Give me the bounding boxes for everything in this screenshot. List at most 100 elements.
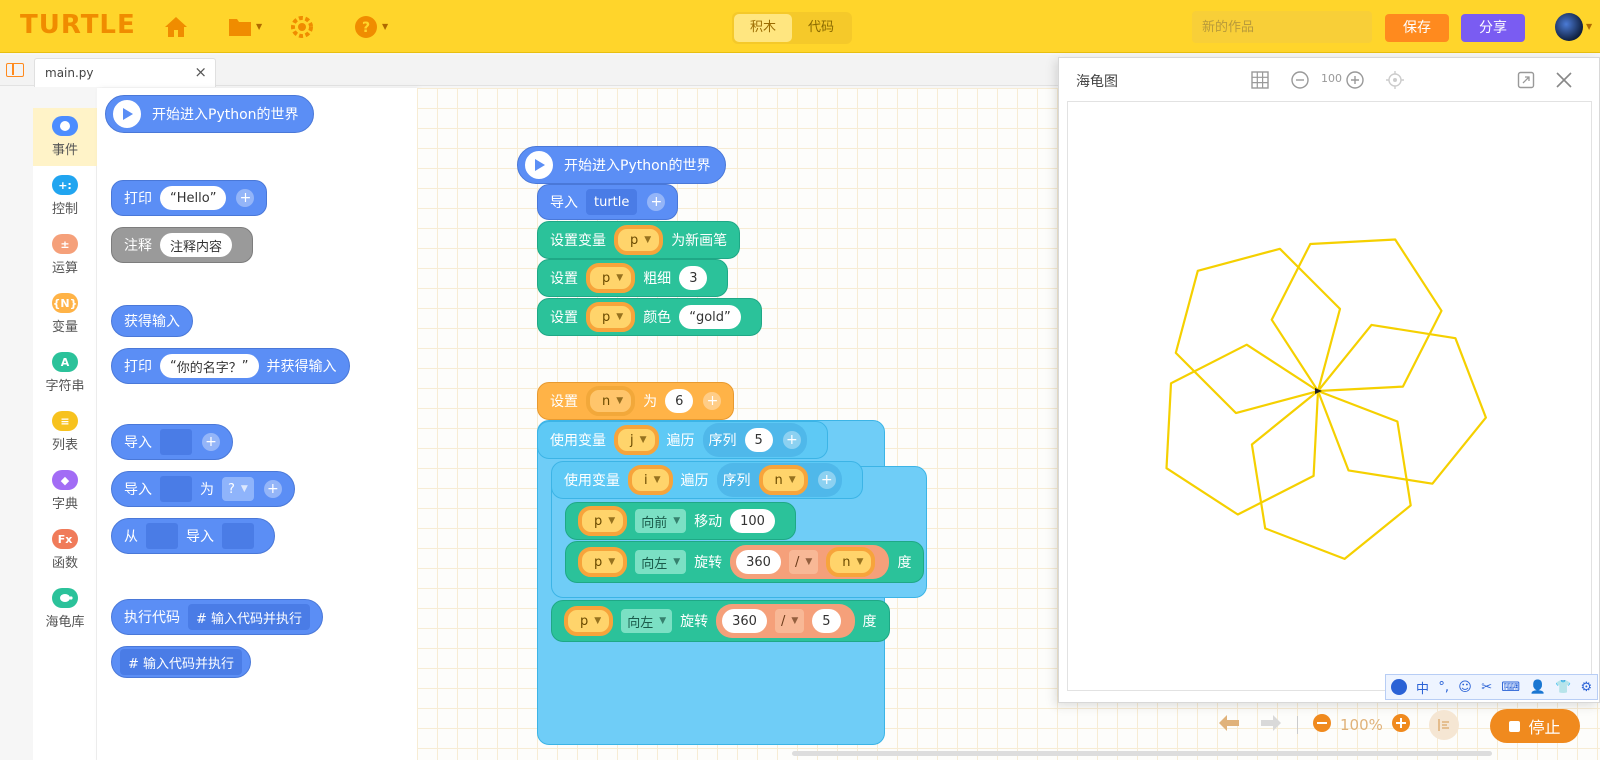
code-input[interactable]: # 输入代码并执行 xyxy=(188,604,311,630)
operator-dropdown[interactable]: / ▼ xyxy=(774,609,805,633)
var-dropdown[interactable]: n ▼ xyxy=(826,547,876,577)
divide-block[interactable]: 360 /▼ n ▼ xyxy=(730,545,890,579)
for-i-block[interactable]: 使用变量 i ▼ 遍历 序列 n ▼ + xyxy=(551,461,863,499)
ime-mode[interactable]: 中 xyxy=(1416,678,1429,697)
direction-dropdown[interactable]: 向左 ▼ xyxy=(635,550,687,574)
direction-dropdown[interactable]: 向左 ▼ xyxy=(621,609,673,633)
close-icon[interactable]: × xyxy=(194,63,207,81)
align-icon[interactable] xyxy=(1428,710,1459,740)
var-dropdown[interactable]: n ▼ xyxy=(586,386,636,416)
var-dropdown[interactable]: p ▼ xyxy=(564,606,614,636)
add-icon[interactable]: + xyxy=(236,189,255,207)
share-button[interactable]: 分享 xyxy=(1461,14,1525,42)
operator-dropdown[interactable]: / ▼ xyxy=(788,550,819,574)
module-name[interactable]: turtle xyxy=(586,189,638,215)
module-slot[interactable] xyxy=(160,429,192,455)
code-input[interactable]: # 输入代码并执行 xyxy=(120,649,243,675)
undo-icon[interactable] xyxy=(1217,713,1243,737)
zoom-in-icon[interactable] xyxy=(1391,713,1411,737)
category-variables[interactable]: {N} 变量 xyxy=(33,285,97,343)
forward-block[interactable]: p ▼ 向前 ▼ 移动 100 xyxy=(565,502,796,540)
category-operators[interactable]: ± 运算 xyxy=(33,226,97,284)
tab-code[interactable]: 代码 xyxy=(792,14,850,42)
gear-icon[interactable] xyxy=(288,13,316,41)
range-block[interactable]: 序列 5 + xyxy=(702,423,807,457)
palette-start-block[interactable]: 开始进入Python的世界 xyxy=(105,95,314,133)
var-dropdown[interactable]: p ▼ xyxy=(614,225,664,255)
add-icon[interactable]: + xyxy=(647,193,666,211)
palette-code-block[interactable]: # 输入代码并执行 xyxy=(111,646,252,678)
var-dropdown[interactable]: p ▼ xyxy=(578,547,628,577)
new-pen-block[interactable]: 设置变量 p ▼ 为新画笔 xyxy=(537,221,741,259)
redo-icon[interactable] xyxy=(1257,713,1283,737)
comment-value[interactable]: 注释内容 xyxy=(160,233,233,257)
var-dropdown[interactable]: n ▼ xyxy=(758,465,808,495)
palette-exec-block[interactable]: 执行代码 # 输入代码并执行 xyxy=(111,599,324,635)
stop-button[interactable]: 停止 xyxy=(1490,709,1580,743)
add-icon[interactable]: + xyxy=(703,392,722,410)
home-icon[interactable] xyxy=(162,13,190,41)
n-value[interactable]: 6 xyxy=(665,389,694,413)
color-value[interactable]: “gold” xyxy=(679,305,741,329)
numerator-value[interactable]: 360 xyxy=(722,609,767,633)
ime-user-icon[interactable]: 👤 xyxy=(1530,680,1546,695)
zoom-out-icon[interactable] xyxy=(1312,713,1332,737)
close-icon[interactable] xyxy=(1555,70,1573,90)
width-value[interactable]: 3 xyxy=(679,266,708,290)
file-tab[interactable]: main.py × xyxy=(34,58,216,87)
ime-settings-icon[interactable]: ⚙ xyxy=(1581,680,1593,695)
range-value[interactable]: 5 xyxy=(744,428,773,452)
divide-block[interactable]: 360 /▼ 5 xyxy=(716,604,855,638)
ime-cut-icon[interactable]: ✂ xyxy=(1481,680,1492,695)
ime-skin-icon[interactable]: 👕 xyxy=(1555,680,1571,695)
palette-print-block[interactable]: 打印 “Hello” + xyxy=(111,180,268,216)
chevron-down-icon[interactable]: ▼ xyxy=(1586,22,1592,31)
avatar[interactable] xyxy=(1555,13,1583,41)
for-j-block[interactable]: 使用变量 j ▼ 遍历 序列 5 + xyxy=(537,421,828,459)
sidebar-toggle-icon[interactable] xyxy=(6,63,24,77)
palette-import-block[interactable]: 导入 + xyxy=(111,424,233,460)
denominator-value[interactable]: 5 xyxy=(812,609,841,633)
ime-keyboard-icon[interactable]: ⌨ xyxy=(1501,680,1520,695)
horizontal-scrollbar[interactable] xyxy=(792,751,1492,756)
ime-logo-icon[interactable] xyxy=(1390,679,1407,695)
palette-comment-block[interactable]: 注释 注释内容 xyxy=(111,227,254,263)
category-dicts[interactable]: ◆ 字典 xyxy=(33,462,97,520)
import-turtle-block[interactable]: 导入 turtle + xyxy=(537,184,679,220)
pen-color-block[interactable]: 设置 p ▼ 颜色 “gold” xyxy=(537,298,762,336)
var-dropdown[interactable]: i ▼ xyxy=(628,465,673,495)
expand-icon[interactable] xyxy=(1517,70,1535,90)
locate-icon[interactable] xyxy=(1386,70,1404,90)
add-icon[interactable]: + xyxy=(782,431,801,449)
folder-icon[interactable] xyxy=(226,13,254,41)
add-icon[interactable]: + xyxy=(817,471,836,489)
add-icon[interactable]: + xyxy=(202,433,220,451)
set-n-block[interactable]: 设置 n ▼ 为 6 + xyxy=(537,382,735,420)
var-dropdown[interactable]: p ▼ xyxy=(586,263,636,293)
chevron-down-icon[interactable]: ▼ xyxy=(382,22,388,31)
alias-dropdown[interactable]: ? ▼ xyxy=(222,477,254,501)
grid-icon[interactable] xyxy=(1251,70,1269,90)
ime-punct[interactable]: °, xyxy=(1438,680,1449,695)
help-icon[interactable]: ? xyxy=(352,13,380,41)
zoom-out-icon[interactable] xyxy=(1291,70,1309,90)
tab-blocks[interactable]: 积木 xyxy=(734,14,792,42)
direction-dropdown[interactable]: 向前 ▼ xyxy=(635,509,687,533)
distance-value[interactable]: 100 xyxy=(730,509,775,533)
palette-print-input-block[interactable]: 打印 “你的名字？” 并获得输入 xyxy=(111,348,350,384)
category-control[interactable]: +: 控制 xyxy=(33,167,97,225)
project-title-input[interactable] xyxy=(1192,11,1372,43)
prompt-value[interactable]: “你的名字？” xyxy=(160,354,259,378)
save-button[interactable]: 保存 xyxy=(1385,14,1449,42)
range-block[interactable]: 序列 n ▼ + xyxy=(716,463,842,497)
chevron-down-icon[interactable]: ▼ xyxy=(256,22,262,31)
palette-input-block[interactable]: 获得输入 xyxy=(111,305,193,337)
category-events[interactable]: 事件 xyxy=(33,108,97,166)
category-turtle[interactable]: 海龟库 xyxy=(33,580,97,638)
var-dropdown[interactable]: j ▼ xyxy=(614,425,659,455)
var-dropdown[interactable]: p ▼ xyxy=(578,506,628,536)
palette-import-as-block[interactable]: 导入 为 ? ▼ + xyxy=(111,471,295,507)
ime-emoji-icon[interactable]: ☺ xyxy=(1458,680,1472,695)
var-dropdown[interactable]: p ▼ xyxy=(586,302,636,332)
turn-5-block[interactable]: p ▼ 向左 ▼ 旋转 360 /▼ 5 度 xyxy=(551,600,890,642)
